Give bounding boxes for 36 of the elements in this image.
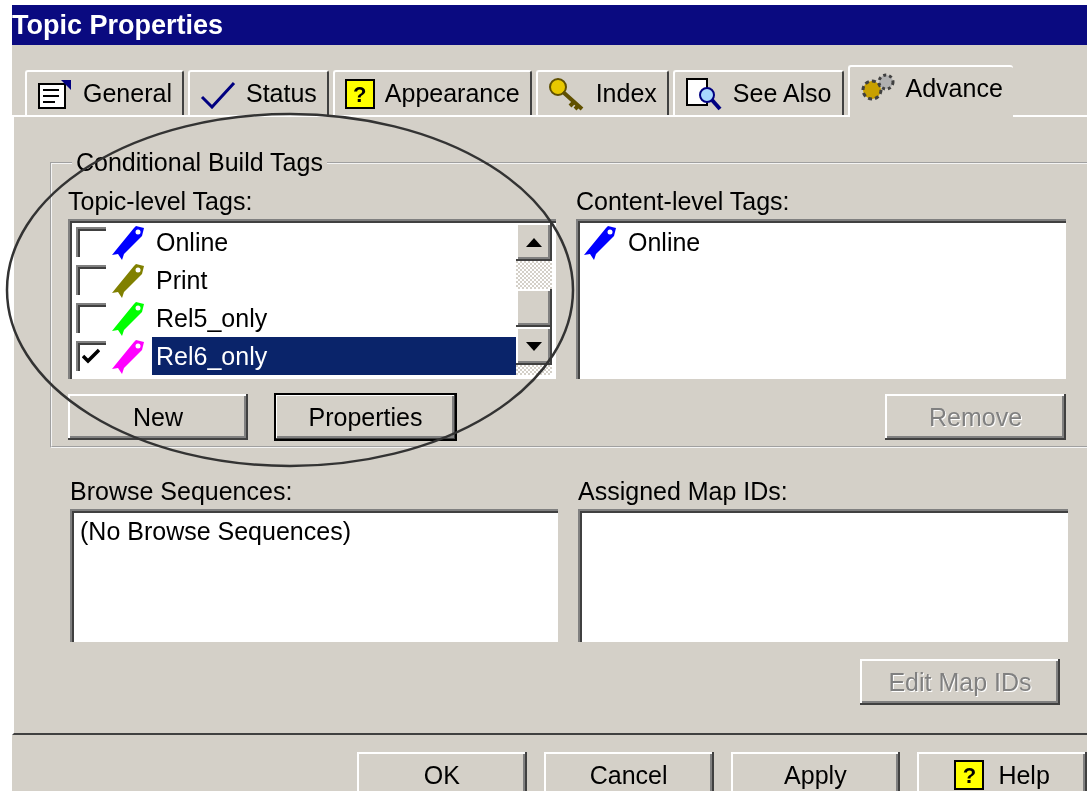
properties-icon — [37, 77, 73, 110]
tab[interactable]: See Also — [672, 70, 844, 115]
list-item[interactable]: Rel6_only — [152, 337, 516, 375]
tab[interactable]: ? Appearance — [332, 70, 532, 115]
dialog-button[interactable]: Cancel — [543, 752, 714, 791]
list-item[interactable]: Online — [624, 223, 1062, 261]
dialog-button[interactable]: New — [68, 394, 248, 440]
list-label: Assigned Map IDs: — [578, 476, 789, 507]
tab[interactable]: General — [25, 70, 184, 115]
list-item[interactable]: Online — [152, 223, 516, 261]
tag-list[interactable]: Online Print Rel5_only Rel6_only — [68, 219, 556, 379]
document-magnifier-icon — [684, 76, 723, 111]
list-item[interactable]: Rel5_only — [152, 299, 516, 337]
check-icon — [82, 348, 100, 364]
tab[interactable]: Index — [535, 70, 669, 115]
help-icon: ? — [344, 78, 375, 109]
tab[interactable]: Status — [187, 70, 329, 115]
dialog-button[interactable]: OK — [357, 752, 527, 791]
list-label: Content-level Tags: — [576, 186, 791, 217]
dialog-button[interactable]: Apply — [730, 752, 901, 791]
dialog-button[interactable]: Properties — [275, 394, 456, 440]
map-id-list[interactable] — [578, 509, 1068, 642]
tag-list[interactable]: Online — [576, 219, 1066, 379]
list-item[interactable]: (No Browse Sequences) — [80, 517, 548, 546]
key-icon — [547, 76, 586, 111]
help-icon: ? — [954, 760, 985, 790]
scrollbar[interactable] — [516, 223, 552, 375]
list-label: Browse Sequences: — [70, 476, 294, 507]
list-label: Topic-level Tags: — [68, 186, 254, 217]
dialog-button[interactable]: ? Help — [917, 752, 1087, 791]
tab[interactable]: Advance — [847, 65, 1013, 117]
sequence-list[interactable]: (No Browse Sequences) — [70, 509, 558, 642]
down-arrow-icon[interactable] — [526, 341, 542, 351]
up-arrow-icon[interactable] — [526, 237, 542, 247]
window-title: Topic Properties — [12, 5, 1087, 45]
list-item[interactable]: Print — [152, 261, 516, 299]
